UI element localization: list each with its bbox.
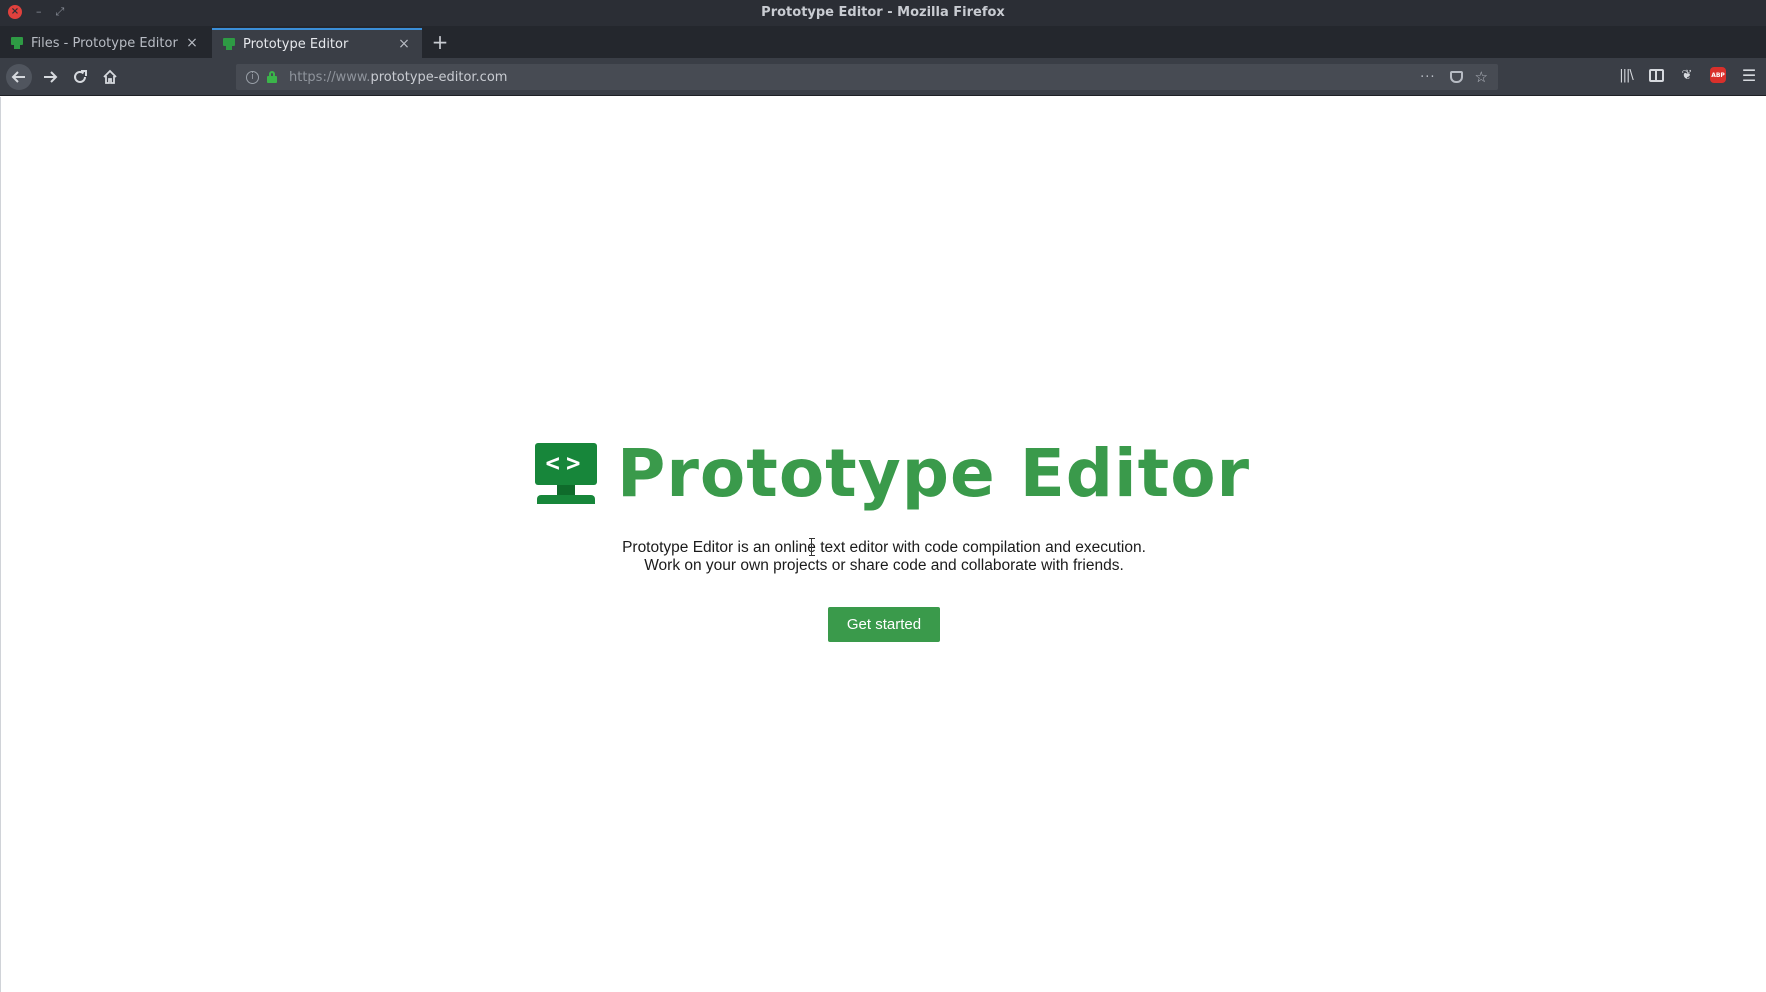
reload-button[interactable] <box>68 65 92 89</box>
toolbar-right-icons: |||\ ❦ ABP ☰ <box>1617 66 1758 85</box>
home-button[interactable] <box>98 65 122 89</box>
window-titlebar: × – ⤢ Prototype Editor - Mozilla Firefox <box>0 0 1766 26</box>
arrow-left-icon <box>11 71 25 83</box>
tagline-line-1: Prototype Editor is an online text edito… <box>622 539 1146 556</box>
url-input[interactable]: https://www.prototype-editor.com <box>289 70 1420 85</box>
tab-prototype-editor[interactable]: Prototype Editor × <box>212 28 422 58</box>
sidebar-icon[interactable] <box>1649 68 1664 82</box>
home-icon <box>103 69 117 84</box>
adblock-icon[interactable]: ABP <box>1710 67 1726 83</box>
info-icon[interactable]: i <box>246 70 259 84</box>
tab-label: Files - Prototype Editor <box>31 35 178 51</box>
reload-icon <box>74 70 87 83</box>
tab-label: Prototype Editor <box>243 36 349 52</box>
prototype-editor-favicon-icon <box>222 38 236 50</box>
url-domain: prototype-editor.com <box>370 69 508 85</box>
pocket-icon[interactable] <box>1449 71 1463 83</box>
library-icon[interactable]: |||\ <box>1617 66 1635 84</box>
page-actions-icon[interactable]: ··· <box>1420 70 1435 85</box>
navigation-toolbar: i https://www.prototype-editor.com ··· ☆… <box>0 58 1766 96</box>
page-content: <> Prototype Editor Prototype Editor is … <box>0 97 1766 992</box>
window-title: Prototype Editor - Mozilla Firefox <box>761 5 1005 20</box>
prototype-editor-favicon-icon <box>10 37 24 49</box>
back-button[interactable] <box>6 64 32 90</box>
url-prefix: https://www. <box>289 69 371 85</box>
monitor-code-logo-icon: <> <box>533 441 599 507</box>
text-cursor-icon <box>809 538 815 556</box>
brand-title: Prototype Editor <box>617 435 1251 512</box>
tab-files-prototype-editor[interactable]: Files - Prototype Editor × <box>0 28 210 58</box>
tab-bar: Files - Prototype Editor × Prototype Edi… <box>0 26 1766 58</box>
tab-close-icon[interactable]: × <box>396 36 412 52</box>
extension-icon[interactable]: ❦ <box>1678 66 1696 84</box>
url-bar[interactable]: i https://www.prototype-editor.com ··· ☆ <box>236 64 1498 90</box>
brand-header: <> Prototype Editor <box>533 441 1250 507</box>
tagline-line-2: Work on your own projects or share code … <box>644 557 1124 574</box>
tab-close-icon[interactable]: × <box>184 35 200 51</box>
forward-button[interactable] <box>38 65 62 89</box>
new-tab-button[interactable]: + <box>430 30 450 54</box>
bookmark-star-icon[interactable]: ☆ <box>1475 68 1488 86</box>
arrow-right-icon <box>44 71 58 83</box>
get-started-button[interactable]: Get started <box>828 607 940 642</box>
lock-icon[interactable] <box>267 71 277 83</box>
hamburger-menu-icon[interactable]: ☰ <box>1740 66 1758 85</box>
